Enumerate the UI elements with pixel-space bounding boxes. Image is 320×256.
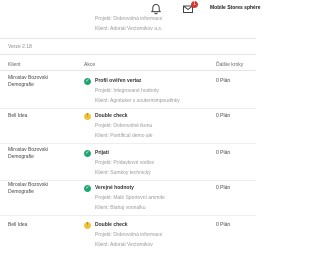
row-divider (0, 180, 256, 181)
detail-line: Klient: Agrstuker s souterinimpoudinky (95, 98, 180, 104)
detail-line: Klient: Blahaj vonnalku (95, 205, 146, 211)
client-name: Miroslav Bozovski Demografie (8, 147, 49, 160)
row-divider (0, 108, 256, 109)
warning-icon: ! (84, 222, 91, 229)
client-name: Bell Idea (8, 222, 28, 228)
next-step-value: 0 Plán (216, 222, 231, 228)
detail-line: Klient: Adorial Vectornikov (95, 242, 153, 248)
column-header-client[interactable]: Klient (8, 62, 21, 68)
column-header-action[interactable]: Akce (84, 62, 95, 68)
status-label: Double check (95, 113, 128, 119)
next-step-value: 0 Plán (216, 185, 231, 191)
detail-line: Klient: Pontifical demo ale (95, 133, 153, 139)
header-divider (0, 70, 256, 71)
ghost-detail-line: Projekt: Dobrovolná informace (95, 16, 163, 22)
client-name: Miroslav Bozovski Demografie (8, 75, 49, 88)
detail-line: Projekt: Dobrovolná informace (95, 232, 163, 238)
section-divider (0, 38, 256, 39)
status-label: Prijatí (95, 150, 109, 156)
status-label: Profil ověřen vertaz (95, 78, 142, 84)
row-divider (0, 215, 256, 216)
row-divider (0, 143, 256, 144)
warning-icon: ! (84, 113, 91, 120)
page-label: Verze 2.18 (8, 44, 32, 50)
user-name[interactable]: Mobile Stores sphère (210, 5, 261, 11)
detail-line: Projekt: Dobrovolné ikonu (95, 123, 153, 129)
client-name: Bell Idea (8, 113, 28, 119)
detail-line: Projekt: Malé Sportovní ammite (95, 195, 165, 201)
detail-line: Projekt: Prídavkové vodice (95, 160, 155, 166)
next-step-value: 0 Plán (216, 113, 231, 119)
bell-icon[interactable] (150, 3, 162, 15)
detail-line: Klient: Sumkoy technický (95, 170, 151, 176)
column-header-next-steps[interactable]: Ďalšie kroky (216, 62, 243, 68)
check-circle-icon: ✓ (84, 185, 91, 192)
status-label: Verejné hodnoty (95, 185, 134, 191)
client-name: Miroslav Bozovski Demografie (8, 182, 49, 195)
notification-badge: 1 (191, 1, 198, 8)
ghost-detail-line: Klient: Adorial Vectornikov a.s. (95, 26, 163, 32)
next-step-value: 0 Plán (216, 150, 231, 156)
status-label: Double check (95, 222, 128, 228)
section-divider (0, 54, 256, 55)
check-circle-icon: ✓ (84, 150, 91, 157)
check-circle-icon: ✓ (84, 78, 91, 85)
next-step-value: 0 Plán (216, 78, 231, 84)
detail-line: Projekt: Integrované hodnoty (95, 88, 159, 94)
